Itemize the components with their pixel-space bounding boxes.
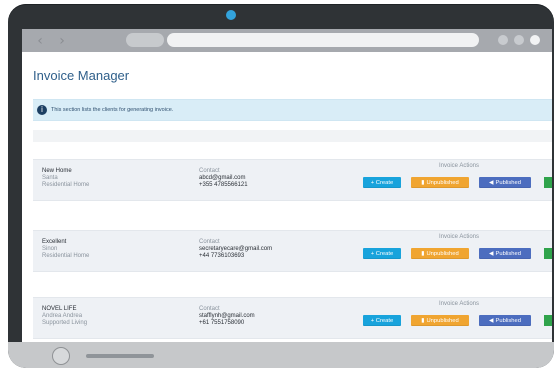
app-screen: Invoice Manager i This section lists the… — [22, 52, 552, 342]
unpublished-button-label: Unpublished — [426, 317, 459, 324]
published-button-label: Published — [495, 179, 521, 186]
speaker-icon: ◀ — [489, 250, 494, 257]
address-bar[interactable] — [167, 33, 479, 47]
browser-tab-pill[interactable] — [126, 33, 164, 47]
browser-toolbar: ‹ › — [22, 29, 552, 52]
info-banner: i This section lists the clients for gen… — [33, 99, 552, 121]
info-banner-text: This section lists the clients for gener… — [51, 107, 174, 113]
create-button-label: + Create — [370, 250, 394, 257]
file-icon: ▮ — [421, 317, 425, 324]
contact-phone: +355 4785566121 — [199, 182, 248, 188]
published-button[interactable]: ◀ Published — [479, 177, 531, 188]
client-card: NOVEL LIFE Andrea Andrea Supported Livin… — [33, 297, 552, 339]
unpublished-button-label: Unpublished — [426, 179, 459, 186]
contact-label: Contact — [199, 306, 220, 312]
window-control-dot[interactable] — [498, 35, 508, 45]
file-icon: ▮ — [421, 179, 425, 186]
contact-phone: +61 7551758090 — [199, 320, 245, 326]
create-button-label: + Create — [370, 317, 394, 324]
client-name: NOVEL LIFE — [42, 306, 77, 312]
create-invoice-button[interactable]: + Create — [363, 177, 401, 188]
create-button-label: + Create — [370, 179, 394, 186]
published-button-label: Published — [495, 317, 521, 324]
invoice-actions-label: Invoice Actions — [439, 163, 480, 169]
published-button[interactable]: ◀ Published — [479, 315, 531, 326]
page-title: Invoice Manager — [33, 68, 130, 83]
invoice-actions-label: Invoice Actions — [439, 234, 480, 240]
info-icon: i — [37, 105, 47, 115]
section-divider — [33, 130, 552, 142]
client-type: Residential Home — [42, 182, 90, 188]
client-contact-person: Santa — [42, 175, 58, 181]
home-button[interactable] — [52, 347, 70, 365]
published-button[interactable]: ◀ Published — [479, 248, 531, 259]
client-name: Excellent — [42, 239, 67, 245]
laptop-frame: ‹ › Invoice Manager i This section lists… — [8, 4, 554, 368]
contact-label: Contact — [199, 168, 220, 174]
client-type: Residential Home — [42, 253, 90, 259]
window-control-dot-active[interactable] — [530, 35, 540, 45]
laptop-bottom-bezel — [8, 342, 554, 368]
contact-email: secretaryecare@gmail.com — [199, 246, 273, 252]
chevron-right-icon[interactable]: › — [52, 31, 72, 51]
window-controls — [498, 35, 540, 45]
contact-email: stafflynh@gmail.com — [199, 313, 255, 319]
contact-email: abcd@gmail.com — [199, 175, 246, 181]
extra-action-button[interactable] — [544, 248, 552, 259]
speaker-icon: ◀ — [489, 179, 494, 186]
file-icon: ▮ — [421, 250, 425, 257]
create-invoice-button[interactable]: + Create — [363, 248, 401, 259]
unpublished-button[interactable]: ▮ Unpublished — [411, 248, 469, 259]
client-contact-person: Andrea Andrea — [42, 313, 83, 319]
speaker-slot — [86, 354, 154, 358]
contact-phone: +44 7736103693 — [199, 253, 245, 259]
speaker-icon: ◀ — [489, 317, 494, 324]
client-name: New Home — [42, 168, 72, 174]
unpublished-button-label: Unpublished — [426, 250, 459, 257]
unpublished-button[interactable]: ▮ Unpublished — [411, 315, 469, 326]
client-contact-person: Sinon — [42, 246, 58, 252]
client-type: Supported Living — [42, 320, 88, 326]
extra-action-button[interactable] — [544, 177, 552, 188]
client-card: Excellent Sinon Residential Home Contact… — [33, 230, 552, 272]
client-card: New Home Santa Residential Home Contact … — [33, 159, 552, 201]
camera-indicator — [226, 10, 236, 20]
contact-label: Contact — [199, 239, 220, 245]
create-invoice-button[interactable]: + Create — [363, 315, 401, 326]
invoice-actions-label: Invoice Actions — [439, 301, 480, 307]
unpublished-button[interactable]: ▮ Unpublished — [411, 177, 469, 188]
window-control-dot[interactable] — [514, 35, 524, 45]
extra-action-button[interactable] — [544, 315, 552, 326]
chevron-left-icon[interactable]: ‹ — [30, 31, 50, 51]
published-button-label: Published — [495, 250, 521, 257]
